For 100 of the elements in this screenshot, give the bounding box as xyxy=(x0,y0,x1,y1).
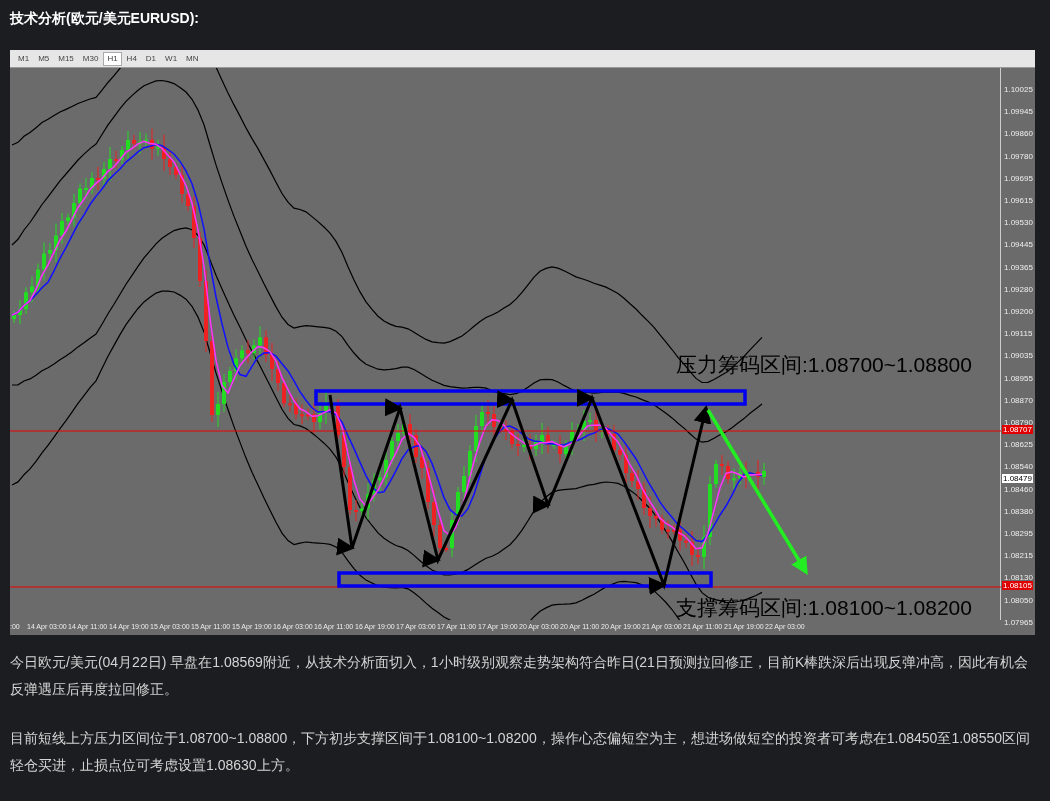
candlestick xyxy=(228,366,232,387)
candlestick xyxy=(558,434,562,464)
candlestick xyxy=(474,414,478,463)
candlestick xyxy=(132,134,136,150)
timeframe-button[interactable]: H4 xyxy=(122,51,141,66)
candlestick xyxy=(708,475,712,546)
candlestick xyxy=(606,424,610,439)
price-axis-label: 1.09035 xyxy=(1004,351,1033,361)
candlestick xyxy=(288,393,292,413)
price-marker: 1.08105 xyxy=(1002,581,1033,590)
price-axis-label: 1.09445 xyxy=(1004,240,1033,250)
candlestick xyxy=(318,404,322,430)
candlestick xyxy=(492,405,496,436)
price-axis-label: 1.08215 xyxy=(1004,551,1033,561)
candlestick xyxy=(660,514,664,535)
price-axis-label: 1.10025 xyxy=(1004,85,1033,94)
candlestick xyxy=(312,402,316,434)
candlestick xyxy=(444,543,448,553)
candlestick xyxy=(186,188,190,212)
candlestick xyxy=(648,495,652,529)
price-marker: 1.08479 xyxy=(1002,474,1033,483)
candlestick xyxy=(138,131,142,155)
candlestick xyxy=(738,466,742,485)
candlestick xyxy=(276,360,280,392)
price-axis-label: 1.08380 xyxy=(1004,506,1033,516)
candlestick xyxy=(150,128,154,161)
candlestick xyxy=(258,325,262,357)
candlestick xyxy=(270,342,274,382)
candlestick xyxy=(534,434,538,457)
candlestick xyxy=(60,212,64,244)
candlestick xyxy=(414,428,418,464)
analysis-paragraph: 今日欧元/美元(04月22日) 早盘在1.08569附近，从技术分析面切入，1小时级别观察走势架构符合昨日(21日预测拉回修正，目前K棒跌深后出现反弹冲高，因此有机会反弹遇压后再度拉回修正。 xyxy=(10,653,1030,699)
candlestick xyxy=(90,171,94,195)
candlestick xyxy=(174,162,178,180)
candlestick xyxy=(690,530,694,567)
candlestick xyxy=(42,242,46,282)
candlestick xyxy=(234,348,238,381)
candlestick xyxy=(396,423,400,451)
candlestick xyxy=(714,459,718,489)
candlestick xyxy=(462,465,466,503)
price-axis-label: 1.09280 xyxy=(1004,284,1033,294)
price-axis-label: 1.08460 xyxy=(1004,484,1033,494)
price-axis-label: 1.08625 xyxy=(1004,440,1033,450)
candlestick xyxy=(18,299,22,325)
timeframe-button[interactable]: W1 xyxy=(161,51,182,66)
candlestick xyxy=(264,329,268,363)
timeframe-button[interactable]: M5 xyxy=(34,51,54,66)
candlestick xyxy=(282,378,286,408)
candlestick xyxy=(102,161,106,187)
candlestick xyxy=(78,183,82,209)
price-axis-label: 1.07965 xyxy=(1004,617,1033,627)
candlestick xyxy=(570,421,574,456)
candlestick xyxy=(252,338,256,360)
candlestick xyxy=(36,263,40,293)
candlestick xyxy=(198,231,202,288)
candlestick xyxy=(114,150,118,169)
candlestick xyxy=(222,373,226,413)
price-axis-label: 1.09365 xyxy=(1004,262,1033,272)
candlestick xyxy=(486,399,490,427)
candlestick xyxy=(12,310,16,324)
candlestick xyxy=(30,275,34,303)
candlestick xyxy=(510,425,514,450)
candlestick xyxy=(126,130,130,160)
candlestick xyxy=(504,419,508,441)
candlestick xyxy=(528,433,532,461)
candlestick xyxy=(720,454,724,476)
price-marker: 1.08707 xyxy=(1002,425,1033,434)
candlestick xyxy=(612,424,616,460)
candlestick xyxy=(546,426,550,454)
price-axis-label: 1.09945 xyxy=(1004,107,1033,117)
candlestick xyxy=(384,451,388,486)
timeframe-button[interactable]: MN xyxy=(182,51,203,66)
price-axis-label: 1.08540 xyxy=(1004,462,1033,472)
candlestick xyxy=(540,422,544,455)
price-axis-label: 1.09115 xyxy=(1004,329,1033,339)
candlestick xyxy=(672,524,676,536)
article-heading: 技术分析(欧元/美元EURUSD): xyxy=(10,9,199,28)
price-axis-label: 1.08955 xyxy=(1004,373,1033,383)
timeframe-button[interactable]: M15 xyxy=(54,51,78,66)
candlestick xyxy=(666,520,670,540)
timeframe-button[interactable]: D1 xyxy=(141,51,161,66)
candlestick xyxy=(390,436,394,465)
candlestick xyxy=(402,418,406,439)
candlestick xyxy=(168,150,172,176)
candlestick xyxy=(456,486,460,526)
price-axis-label: 1.09695 xyxy=(1004,173,1033,183)
candlestick xyxy=(180,165,184,204)
candlestick xyxy=(156,139,160,157)
candlestick xyxy=(366,482,370,520)
candlestick xyxy=(96,166,100,191)
candlestick xyxy=(306,407,310,421)
candlestick xyxy=(354,499,358,522)
timeframe-button[interactable]: H1 xyxy=(103,51,122,66)
candlestick xyxy=(684,534,688,549)
timeframe-button[interactable]: M30 xyxy=(78,51,103,66)
candlestick xyxy=(240,344,244,364)
candlestick xyxy=(300,403,304,425)
candlestick xyxy=(348,461,352,516)
candlestick xyxy=(576,423,580,439)
timeframe-button[interactable]: M1 xyxy=(14,51,34,66)
